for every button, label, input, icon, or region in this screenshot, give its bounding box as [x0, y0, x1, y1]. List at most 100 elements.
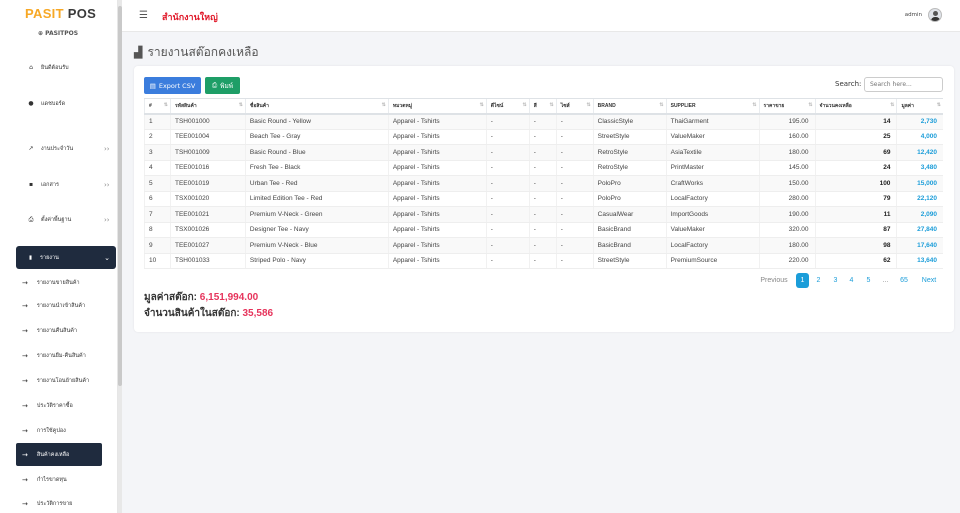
table-cell: 87	[814, 222, 897, 238]
page-1[interactable]: 1	[796, 273, 809, 288]
table-cell: CraftWorks	[665, 175, 760, 192]
user-name[interactable]: admin	[905, 12, 922, 18]
sidebar-sub-return[interactable]: → รายงานคืนสินค้า	[22, 327, 77, 335]
table-cell: -	[528, 237, 557, 254]
column-header[interactable]: ไซส์ ⇅	[555, 98, 594, 115]
table-cell: -	[485, 113, 530, 130]
sidebar-item-settings[interactable]: ⎙ ตั้งค่าพื้นฐาน ››	[28, 216, 110, 224]
boxes-icon: ▟	[134, 46, 143, 59]
table-cell: ValueMaker	[665, 129, 760, 145]
table-cell: -	[485, 253, 530, 269]
column-header[interactable]: มูลค่า ⇅	[896, 98, 943, 115]
table-cell: TSH001000	[169, 113, 246, 130]
sidebar-item-report[interactable]: ▮ รายงาน ⌄	[16, 246, 116, 269]
table-cell: ClassicStyle	[592, 113, 667, 130]
table-cell: 4	[144, 160, 171, 176]
stock-value-summary: มูลค่าสต๊อก: 6,151,994.00	[144, 292, 259, 303]
sidebar-sub-stock[interactable]: → สินค้าคงเหลือ	[16, 443, 102, 466]
export-csv-button[interactable]: ▤ Export CSV	[144, 77, 201, 94]
table-cell: 13,640	[896, 253, 943, 269]
sidebar-sub-sales-history[interactable]: → ประวัติการขาย	[22, 500, 72, 508]
column-header[interactable]: ชื่อสินค้า ⇅	[244, 98, 389, 115]
column-header[interactable]: จำนวนคงเหลือ ⇅	[814, 98, 897, 115]
table-row[interactable]: 10 TSH001033 Striped Polo - Navy Apparel - …	[144, 253, 943, 269]
table-cell: Apparel - Tshirts	[387, 160, 487, 176]
column-header[interactable]: สี ⇅	[528, 98, 557, 115]
sidebar-sub-profit[interactable]: → กำไรขาดทุน	[22, 476, 67, 484]
page-2[interactable]: 2	[812, 273, 825, 288]
table-cell: -	[528, 160, 557, 176]
sidebar-sub-transfer[interactable]: → รายงานโอนย้ายสินค้า	[22, 377, 89, 385]
table-cell: -	[555, 175, 594, 192]
table-cell: 320.00	[758, 222, 816, 238]
table-row[interactable]: 7 TEE001021 Premium V-Neck - Green Apparel …	[144, 206, 943, 223]
sidebar-sub-purchase-history[interactable]: → ประวัติราคาซื้อ	[22, 402, 73, 410]
page-4[interactable]: 4	[845, 273, 858, 288]
table-row[interactable]: 6 TSX001020 Limited Edition Tee - Red Appar…	[144, 191, 943, 207]
scrollbar-thumb[interactable]	[118, 6, 122, 386]
table-row[interactable]: 2 TEE001004 Beach Tee - Gray Apparel - Tshi…	[144, 129, 943, 145]
sidebar-item-daily[interactable]: ↗ งานประจำวัน ››	[28, 145, 109, 153]
table-cell: Apparel - Tshirts	[387, 144, 487, 161]
pagination-previous[interactable]: Previous	[754, 273, 794, 288]
pagination-next[interactable]: Next	[917, 273, 941, 288]
table-cell: -	[485, 144, 530, 161]
sidebar-sub-borrow[interactable]: → รายงานยืม-คืนสินค้า	[22, 352, 86, 360]
table-cell: TSX001026	[169, 222, 246, 238]
page-5[interactable]: 5	[862, 273, 875, 288]
table-row[interactable]: 1 TSH001000 Basic Round - Yellow Apparel - …	[144, 113, 943, 130]
table-cell: -	[555, 113, 594, 130]
table-cell: Apparel - Tshirts	[387, 191, 487, 207]
column-header[interactable]: SUPPLIER ⇅	[665, 98, 760, 115]
table-cell: 2	[144, 129, 171, 145]
table-row[interactable]: 9 TEE001027 Premium V-Neck - Blue Apparel -…	[144, 237, 943, 254]
table-cell: -	[528, 253, 557, 269]
arrow-right-icon: →	[22, 402, 28, 410]
brand-subtitle: ⊕ PASITPOS	[38, 30, 79, 37]
table-cell: 3,480	[896, 160, 943, 176]
table-row[interactable]: 5 TEE001019 Urban Tee - Red Apparel - Tshir…	[144, 175, 943, 192]
table-cell: -	[555, 144, 594, 161]
table-row[interactable]: 3 TSH001009 Basic Round - Blue Apparel - Ts…	[144, 144, 943, 161]
arrow-right-icon: →	[22, 352, 28, 360]
sidebar-scrollbar[interactable]	[118, 0, 122, 513]
page-3[interactable]: 3	[829, 273, 842, 288]
sidebar-sub-sales[interactable]: → รายงานขายสินค้า	[22, 279, 80, 287]
column-header[interactable]: ดีไซน์ ⇅	[485, 98, 530, 115]
sidebar-item-welcome[interactable]: ⌂ ยินดีต้อนรับ	[28, 64, 69, 72]
column-header[interactable]: # ⇅	[144, 98, 171, 115]
branch-name[interactable]: สำนักงานใหญ่	[162, 10, 218, 24]
table-cell: 3	[144, 144, 171, 161]
column-header[interactable]: ราคาขาย ⇅	[758, 98, 816, 115]
sort-icon: ⇅	[808, 102, 813, 108]
sidebar: PASIT POS ⊕ PASITPOS ⌂ ยินดีต้อนรับ ● แดชบ…	[0, 0, 118, 513]
table-cell: -	[555, 129, 594, 145]
sidebar-item-docs[interactable]: ▪ เอกสาร ››	[28, 181, 110, 189]
sidebar-sub-import[interactable]: → รายงานนำเข้าสินค้า	[22, 302, 85, 310]
avatar[interactable]	[928, 8, 942, 22]
arrow-right-icon: →	[22, 427, 28, 435]
sidebar-sub-coupon[interactable]: → การใช้คูปอง	[22, 427, 66, 435]
table-cell: -	[485, 191, 530, 207]
chevron-down-icon: ⌄	[104, 253, 110, 262]
page-65[interactable]: 65	[896, 273, 912, 288]
table-cell: TEE001021	[169, 206, 246, 223]
sidebar-item-dashboard[interactable]: ● แดชบอร์ด	[28, 100, 65, 108]
file-icon: ▤	[149, 81, 156, 90]
column-header[interactable]: รหัสสินค้า ⇅	[169, 98, 246, 115]
table-row[interactable]: 4 TEE001016 Fresh Tee - Black Apparel - Tsh…	[144, 160, 943, 176]
table-cell: 15,000	[896, 175, 943, 192]
menu-toggle-icon[interactable]: ☰	[139, 10, 148, 21]
table-cell: BasicBrand	[592, 222, 667, 238]
column-header[interactable]: BRAND ⇅	[592, 98, 667, 115]
table-row[interactable]: 8 TSX001026 Designer Tee - Navy Apparel - T…	[144, 222, 943, 238]
app-logo[interactable]: PASIT POS	[25, 6, 96, 21]
table-cell: -	[485, 129, 530, 145]
topbar: ☰ สำนักงานใหญ่ admin	[122, 0, 960, 32]
search-input[interactable]	[864, 77, 943, 92]
table-cell: Striped Polo - Navy	[244, 253, 389, 269]
table-cell: 100	[814, 175, 897, 192]
print-button[interactable]: ⎙ พิมพ์	[205, 77, 240, 94]
printer-icon: ⎙	[28, 216, 34, 223]
column-header[interactable]: หมวดหมู่ ⇅	[387, 98, 487, 115]
